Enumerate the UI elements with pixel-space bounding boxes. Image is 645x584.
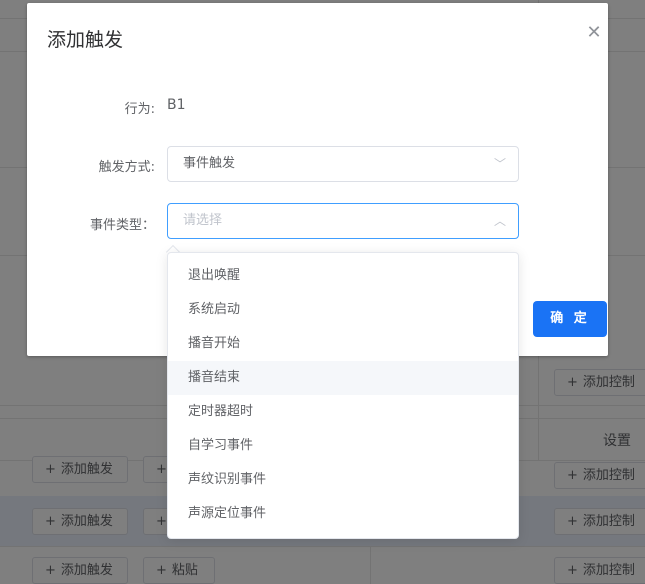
option-broadcast-end[interactable]: 播音结束 — [168, 361, 518, 395]
close-icon[interactable]: ✕ — [582, 21, 606, 45]
option-exit-wakeup[interactable]: 退出唤醒 — [168, 259, 518, 293]
event-type-select[interactable]: 请选择 ︿ — [167, 203, 519, 239]
trigger-mode-value: 事件触发 — [183, 156, 236, 171]
option-broadcast-start[interactable]: 播音开始 — [168, 327, 518, 361]
option-timer-timeout[interactable]: 定时器超时 — [168, 395, 518, 429]
confirm-button[interactable]: 确 定 — [533, 301, 607, 337]
chevron-up-icon: ︿ — [493, 214, 506, 228]
trigger-mode-select[interactable]: 事件触发 ﹀ — [167, 146, 519, 182]
event-type-label: 事件类型： — [89, 218, 155, 233]
option-sound-source-event[interactable]: 声源定位事件 — [168, 497, 518, 531]
option-self-learning-event[interactable]: 自学习事件 — [168, 429, 518, 463]
event-type-placeholder: 请选择 — [183, 213, 223, 228]
behavior-value: B1 — [167, 97, 186, 113]
option-voiceprint-event[interactable]: 声纹识别事件 — [168, 463, 518, 497]
behavior-label: 行为: — [124, 102, 155, 117]
event-type-dropdown: 退出唤醒 系统启动 播音开始 播音结束 定时器超时 自学习事件 声纹识别事件 声… — [167, 252, 519, 539]
dialog-title: 添加触发 — [47, 29, 124, 51]
option-system-start[interactable]: 系统启动 — [168, 293, 518, 327]
trigger-mode-label: 触发方式: — [98, 160, 155, 175]
chevron-down-icon: ﹀ — [493, 157, 506, 171]
